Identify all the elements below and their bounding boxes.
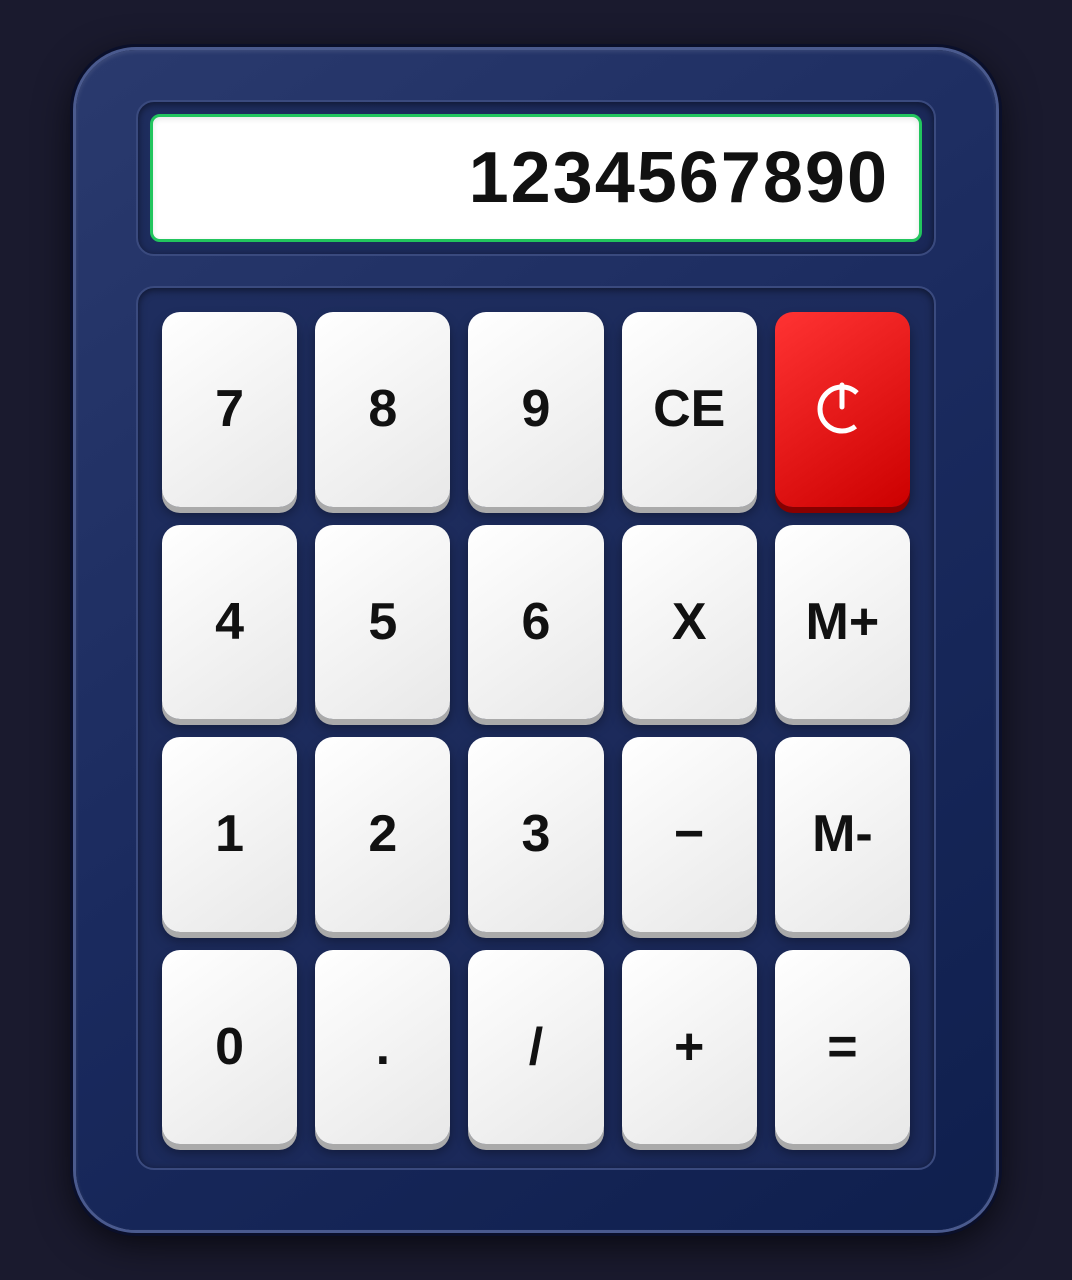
btn-multiply[interactable]: X [622, 525, 757, 720]
btn-equals[interactable]: = [775, 950, 910, 1145]
btn-5[interactable]: 5 [315, 525, 450, 720]
btn-minus[interactable]: − [622, 737, 757, 932]
btn-9[interactable]: 9 [468, 312, 603, 507]
keypad-container: 7 8 9 CE 4 5 6 X M+ 1 2 3 − M- 0 [136, 286, 936, 1170]
btn-mplus[interactable]: M+ [775, 525, 910, 720]
btn-1[interactable]: 1 [162, 737, 297, 932]
btn-ce[interactable]: CE [622, 312, 757, 507]
power-icon [812, 379, 872, 439]
display-screen: 1234567890 [150, 114, 922, 242]
display-value: 1234567890 [469, 137, 889, 219]
btn-4[interactable]: 4 [162, 525, 297, 720]
calculator-body: 1234567890 7 8 9 CE 4 5 6 X M+ 1 2 [76, 50, 996, 1230]
btn-3[interactable]: 3 [468, 737, 603, 932]
btn-2[interactable]: 2 [315, 737, 450, 932]
btn-power[interactable] [775, 312, 910, 507]
btn-divide[interactable]: / [468, 950, 603, 1145]
display-container: 1234567890 [136, 100, 936, 256]
btn-dot[interactable]: . [315, 950, 450, 1145]
btn-8[interactable]: 8 [315, 312, 450, 507]
btn-plus[interactable]: + [622, 950, 757, 1145]
btn-7[interactable]: 7 [162, 312, 297, 507]
btn-mminus[interactable]: M- [775, 737, 910, 932]
btn-0[interactable]: 0 [162, 950, 297, 1145]
btn-6[interactable]: 6 [468, 525, 603, 720]
keypad-grid: 7 8 9 CE 4 5 6 X M+ 1 2 3 − M- 0 [162, 312, 910, 1144]
